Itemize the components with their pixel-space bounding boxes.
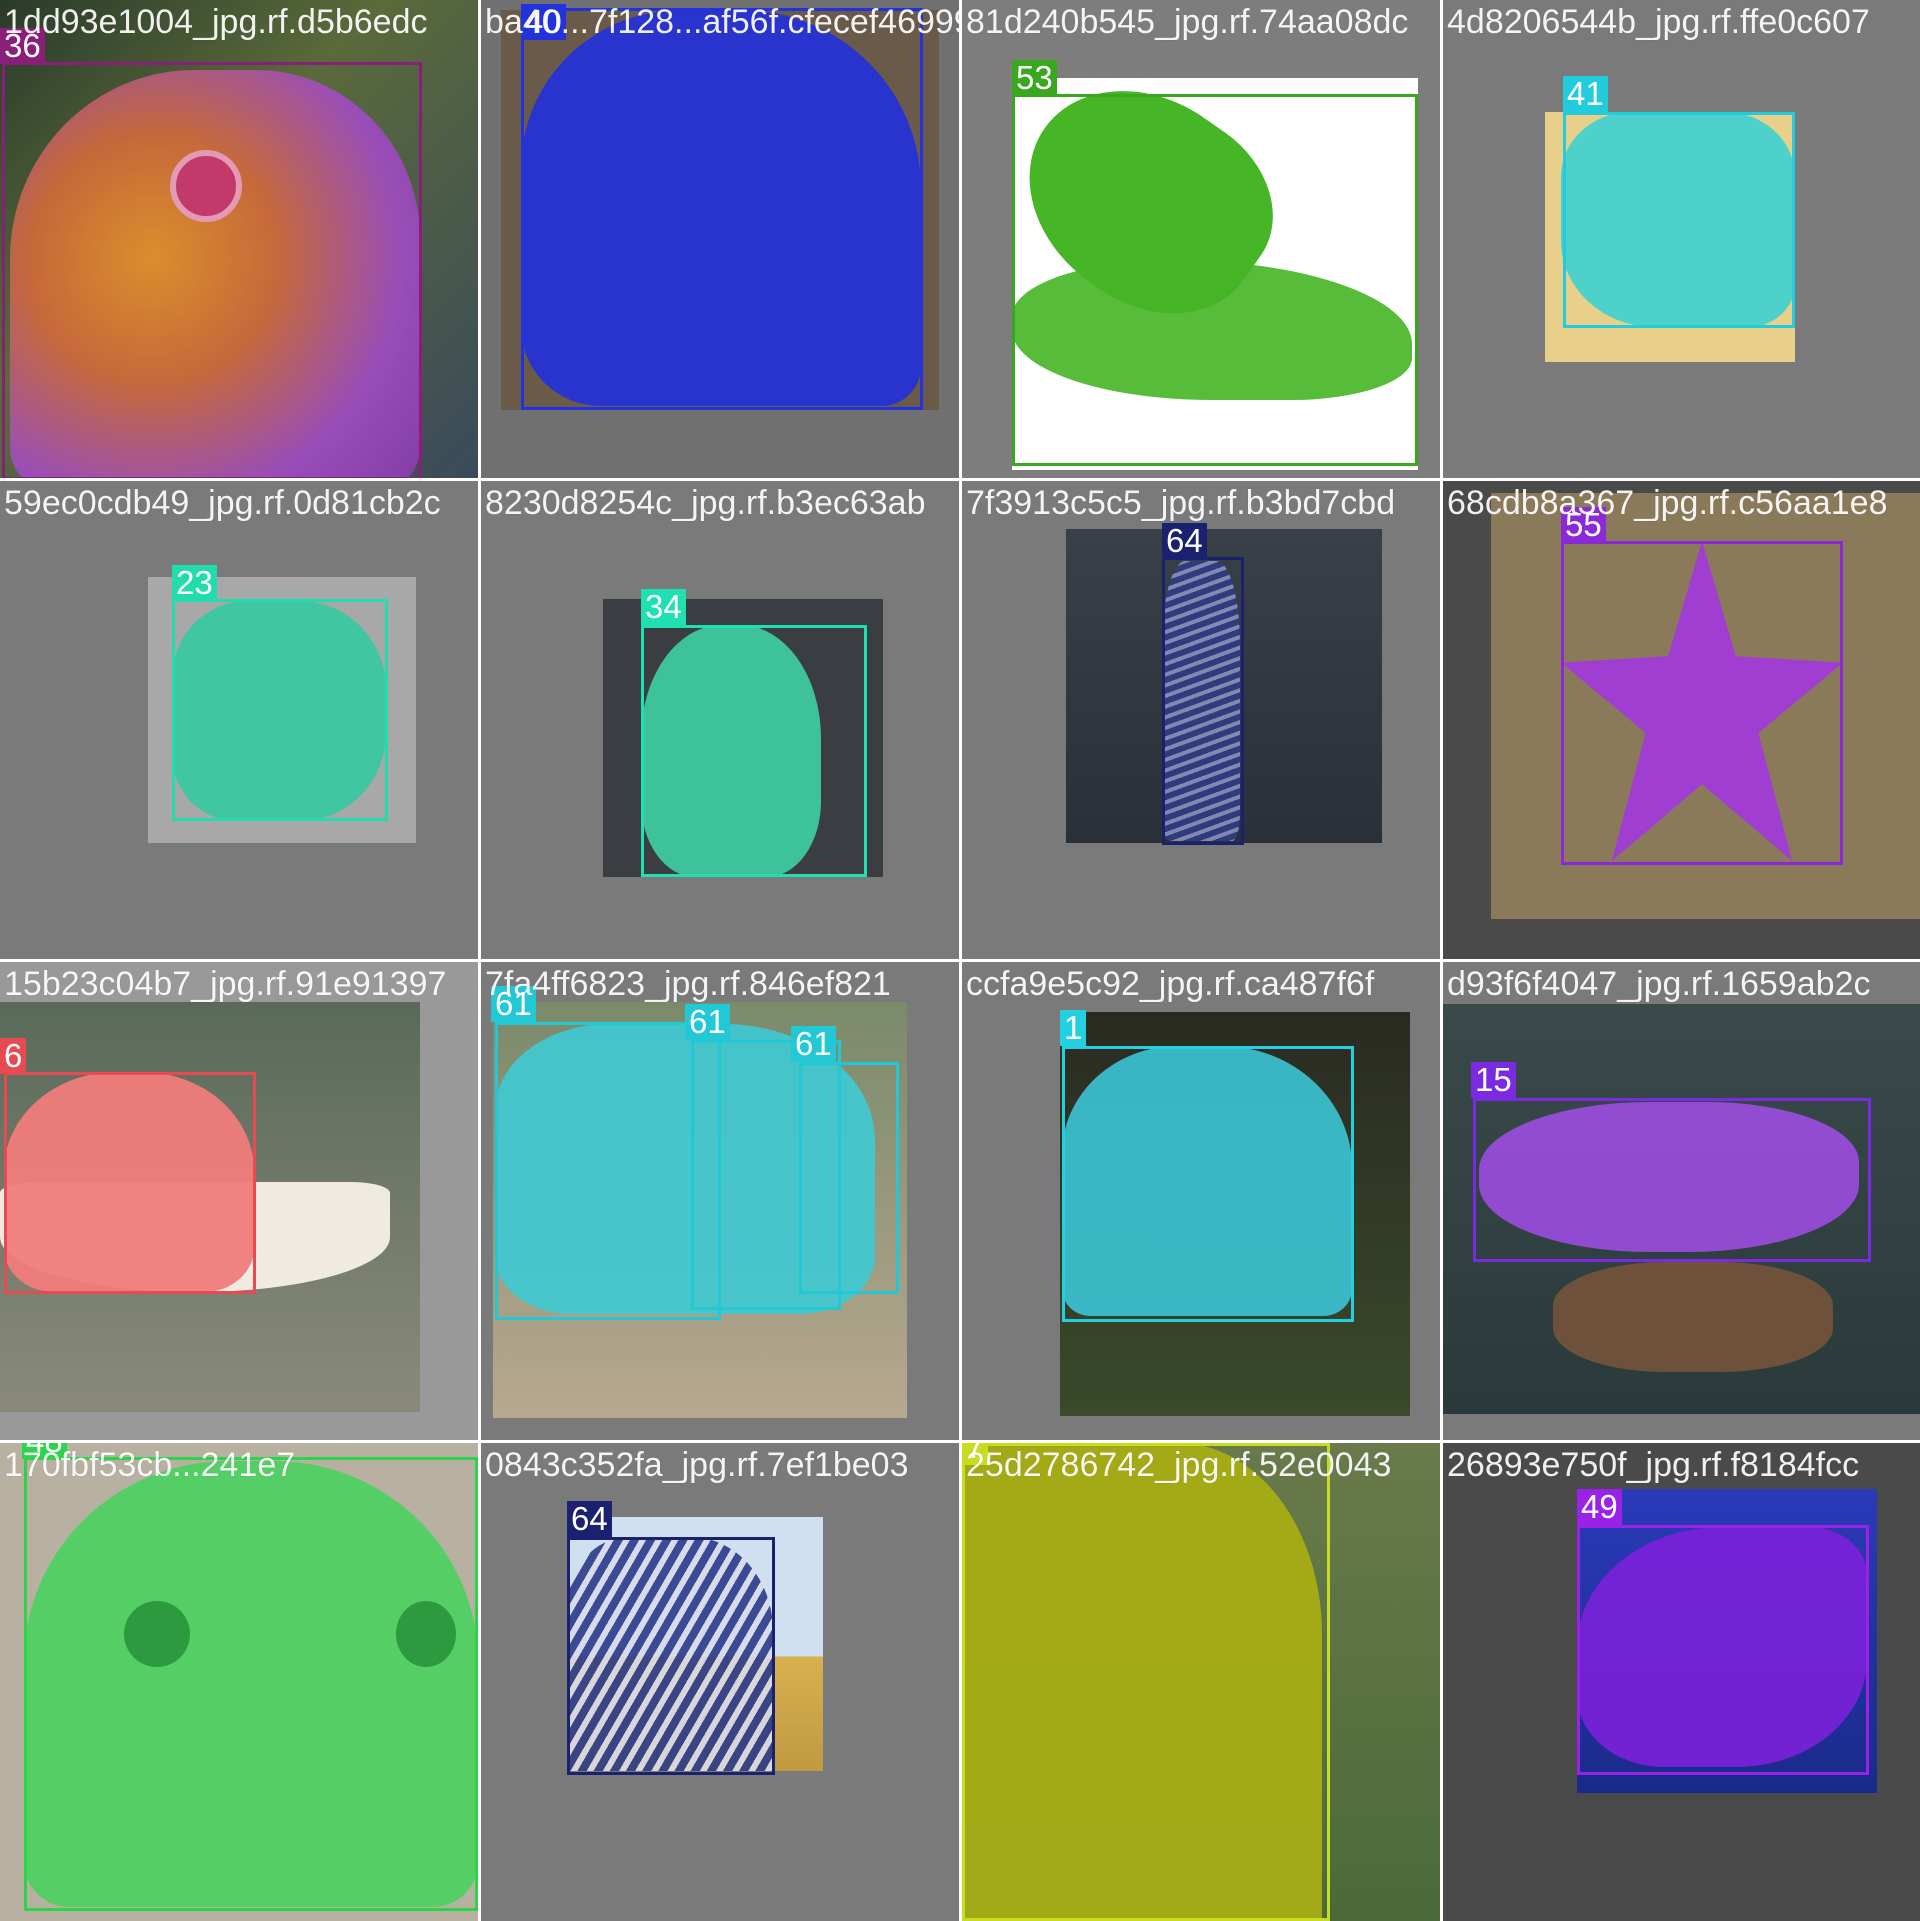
bounding-box	[962, 1443, 1330, 1921]
filename-caption: 59ec0cdb49_jpg.rf.0d81cb2c	[4, 484, 441, 522]
filename-caption: 68cdb8a367_jpg.rf.c56aa1e8	[1447, 484, 1888, 522]
tile-shark: 49 26893e750f_jpg.rf.f8184fcc	[1443, 1443, 1920, 1921]
class-label: 41	[1563, 76, 1608, 112]
filename-caption: 0843c352fa_jpg.rf.7ef1be03	[485, 1446, 909, 1484]
class-label: 61	[685, 1004, 730, 1040]
class-label: 15	[1471, 1062, 1516, 1098]
class-label: 23	[172, 565, 217, 601]
tile-mouse: 41 4d8206544b_jpg.rf.ffe0c607	[1443, 0, 1920, 478]
bounding-box	[2, 62, 422, 478]
tile-squid: 53 81d240b545_jpg.rf.74aa08dc	[962, 0, 1440, 478]
filename-caption: 1dd93e1004_jpg.rf.d5b6edc	[4, 3, 428, 41]
bounding-box	[799, 1062, 899, 1294]
class-label: 34	[641, 589, 686, 625]
class-label: 6	[0, 1038, 27, 1074]
bounding-box	[24, 1457, 478, 1911]
filename-caption: 8230d8254c_jpg.rf.b3ec63ab	[485, 484, 926, 522]
class-label: 1	[1060, 1010, 1087, 1046]
filename-caption: d93f6f4047_jpg.rf.1659ab2c	[1447, 965, 1871, 1003]
tile-porcupine: 40 ba40...7f128...af56f.cfecef46999	[481, 0, 959, 478]
bounding-box	[1473, 1098, 1871, 1262]
filename-caption: 26893e750f_jpg.rf.f8184fcc	[1447, 1446, 1860, 1484]
bounding-box	[1062, 1046, 1354, 1322]
tile-duck: 15 d93f6f4047_jpg.rf.1659ab2c	[1443, 962, 1920, 1440]
bounding-box	[567, 1537, 775, 1775]
bounding-box	[1012, 94, 1418, 466]
class-label: 53	[1012, 60, 1057, 96]
class-label: 64	[1162, 523, 1207, 559]
bounding-box	[521, 8, 923, 410]
bounding-box	[1577, 1525, 1869, 1775]
filename-caption: ba40...7f128...af56f.cfecef46999	[485, 3, 959, 41]
class-label: 49	[1577, 1489, 1622, 1525]
tile-owl: 34 8230d8254c_jpg.rf.b3ec63ab	[481, 481, 959, 959]
bounding-box	[641, 625, 867, 877]
filename-caption: 15b23c04b7_jpg.rf.91e91397	[4, 965, 447, 1003]
tile-badger: 1 ccfa9e5c92_jpg.rf.ca487f6f	[962, 962, 1440, 1440]
tile-starfish: 55 68cdb8a367_jpg.rf.c56aa1e8	[1443, 481, 1920, 959]
tile-cat: 6 15b23c04b7_jpg.rf.91e91397	[0, 962, 478, 1440]
filename-caption: 7f3913c5c5_jpg.rf.b3bd7cbd	[966, 484, 1396, 522]
bounding-box	[495, 1022, 721, 1320]
class-label: 61	[791, 1026, 836, 1062]
tile-zebra-studio: 64 7f3913c5c5_jpg.rf.b3bd7cbd	[962, 481, 1440, 959]
filename-caption: ccfa9e5c92_jpg.rf.ca487f6f	[966, 965, 1375, 1003]
tile-wolves: 61 61 61 7fa4ff6823_jpg.rf.846ef821	[481, 962, 959, 1440]
bounding-box	[1563, 112, 1795, 328]
tile-zebra-field: 64 0843c352fa_jpg.rf.7ef1be03	[481, 1443, 959, 1921]
bounding-box	[1561, 541, 1843, 865]
class-label: 64	[567, 1501, 612, 1537]
filename-caption: 170fbf53cb...241e7	[4, 1446, 296, 1484]
tile-chimpanzee: 7 25d2786742_jpg.rf.52e0043	[962, 1443, 1440, 1921]
filename-caption: 4d8206544b_jpg.rf.ffe0c607	[1447, 3, 1870, 41]
filename-caption: 81d240b545_jpg.rf.74aa08dc	[966, 3, 1409, 41]
bounding-box	[172, 599, 388, 821]
reflection	[1553, 1262, 1833, 1372]
tile-seal: 48 170fbf53cb...241e7	[0, 1443, 478, 1921]
bounding-box	[4, 1072, 256, 1294]
tile-hedgehog: 23 59ec0cdb49_jpg.rf.0d81cb2c	[0, 481, 478, 959]
detection-mosaic: 36 1dd93e1004_jpg.rf.d5b6edc 40 ba40...7…	[0, 0, 1920, 1921]
filename-caption: 7fa4ff6823_jpg.rf.846ef821	[485, 965, 891, 1003]
filename-caption: 25d2786742_jpg.rf.52e0043	[966, 1446, 1392, 1484]
tile-parrot: 36 1dd93e1004_jpg.rf.d5b6edc	[0, 0, 478, 478]
bounding-box	[1162, 557, 1244, 845]
